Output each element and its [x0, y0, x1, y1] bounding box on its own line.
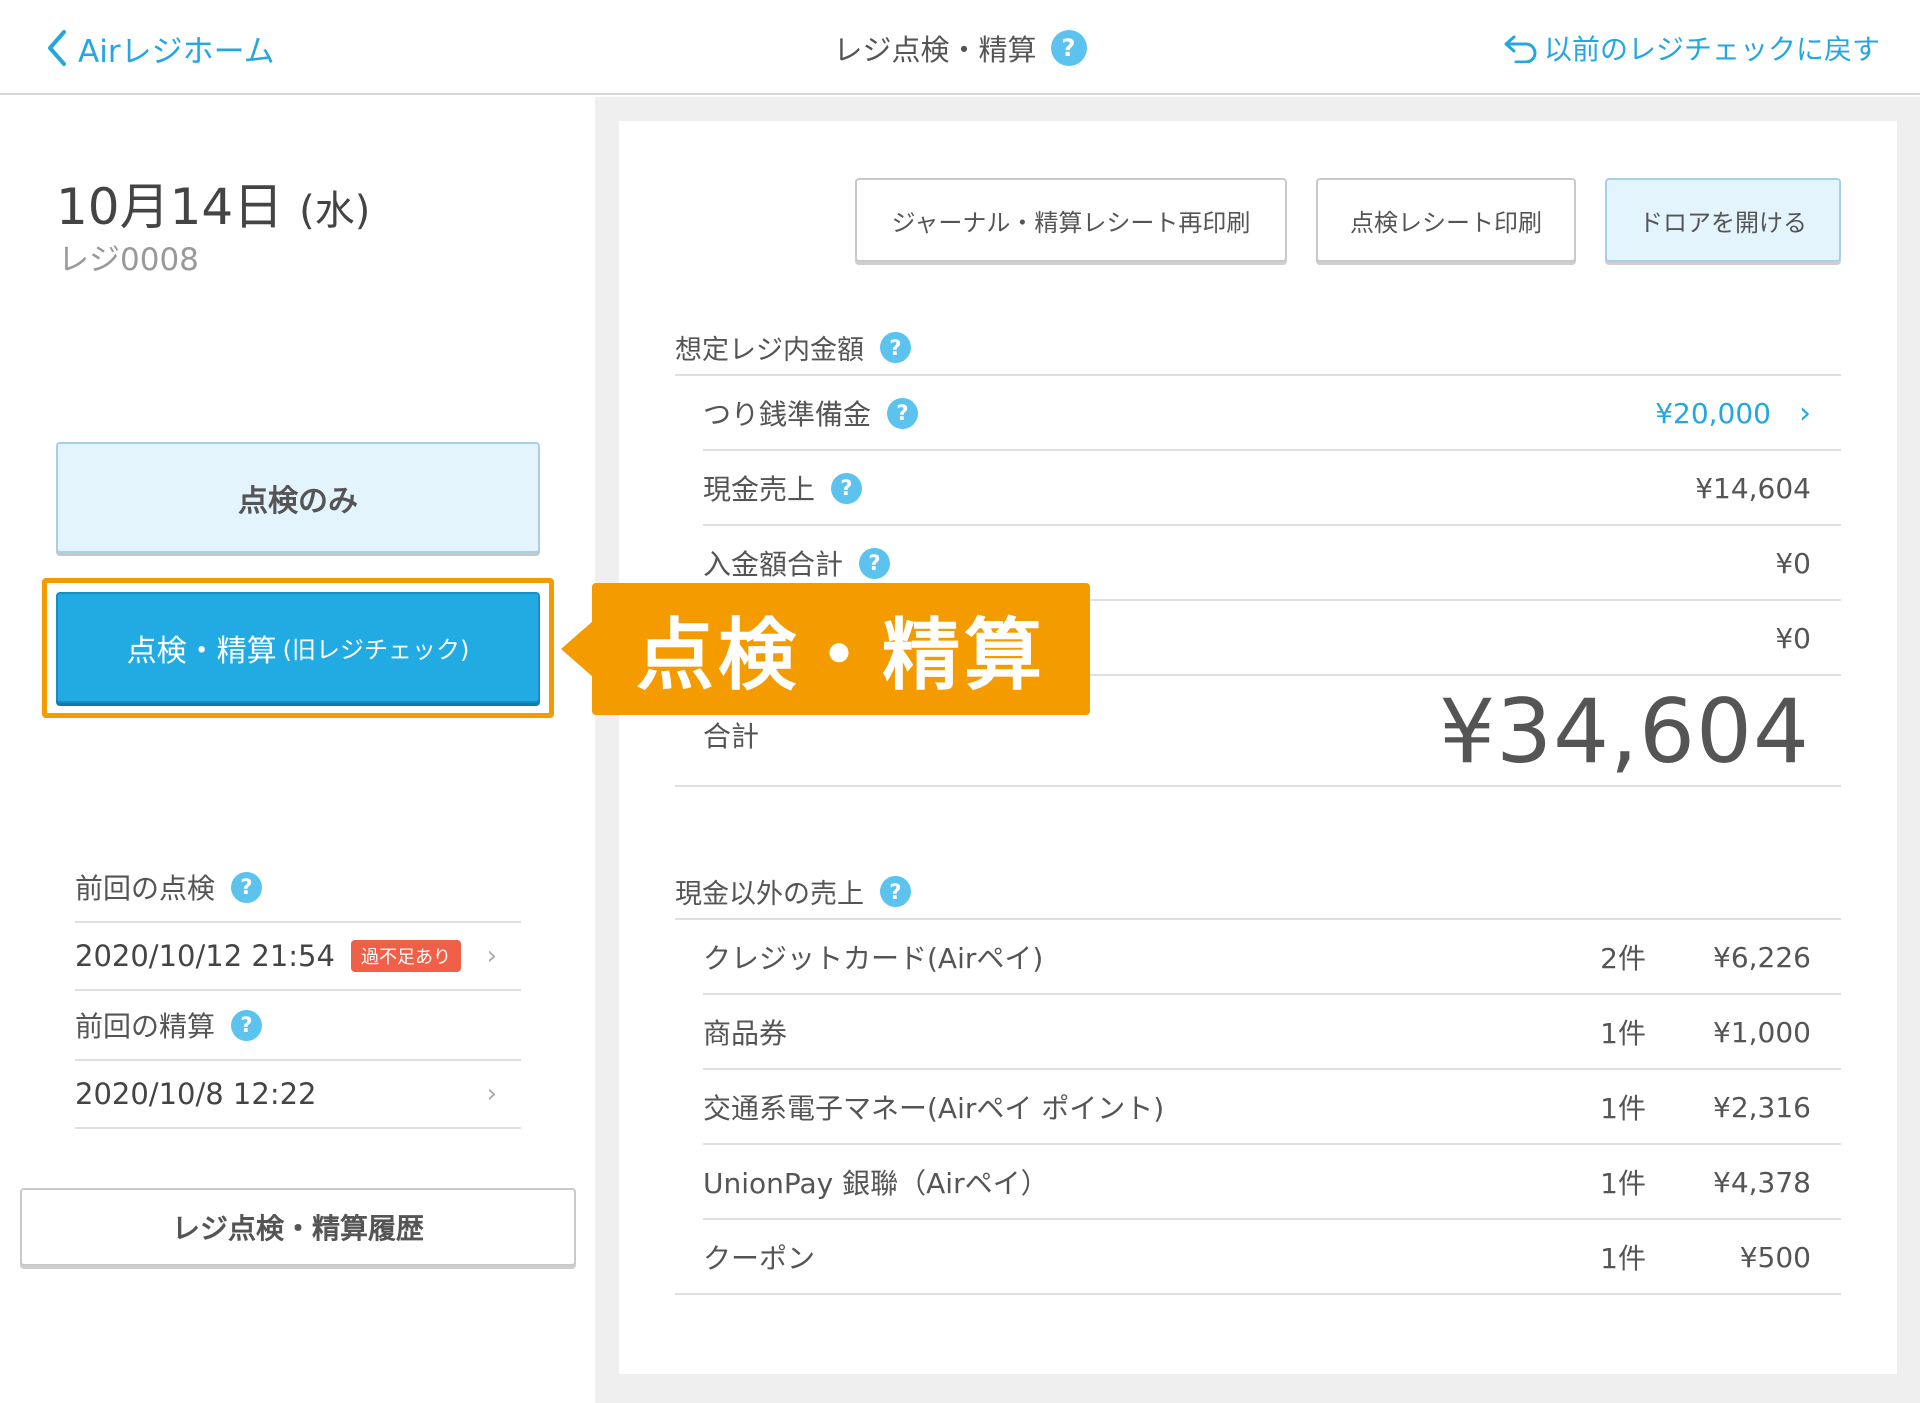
- check-only-button[interactable]: 点検のみ: [56, 442, 540, 553]
- page-title-text: レジ点検・精算: [833, 33, 1037, 67]
- noncash-label: クレジットカード(Airペイ): [703, 942, 1044, 975]
- noncash-row: クレジットカード(Airペイ) 2件 ¥6,226: [703, 920, 1811, 994]
- header-bar: Airレジホーム レジ点検・精算 ? 以前のレジチェックに戻す: [0, 0, 1920, 95]
- noncash-amount: ¥6,226: [1713, 940, 1811, 974]
- left-panel: 10月14日 (水) レジ0008 点検のみ 点検・精算 (旧レジチェック) 前…: [0, 97, 595, 1403]
- previous-settle-datetime: 2020/10/8 12:22: [75, 1077, 317, 1111]
- total-amount: ¥34,604: [1439, 680, 1810, 783]
- help-icon[interactable]: ?: [831, 472, 863, 504]
- previous-check-heading: 前回の点検 ?: [75, 867, 263, 907]
- help-icon[interactable]: ?: [859, 547, 891, 579]
- noncash-count: 1件: [1600, 1017, 1646, 1050]
- cash-sales-label: 現金売上: [703, 473, 816, 506]
- noncash-row: 交通系電子マネー(Airペイ ポイント) 1件 ¥2,316: [703, 1070, 1811, 1144]
- open-drawer-button[interactable]: ドロアを開ける: [1605, 178, 1841, 262]
- noncash-sales-heading: 現金以外の売上 ?: [675, 872, 911, 911]
- noncash-row: UnionPay 銀聯（Airペイ） 1件 ¥4,378: [703, 1145, 1811, 1219]
- noncash-label: 交通系電子マネー(Airペイ ポイント): [703, 1092, 1165, 1125]
- restore-label: 以前のレジチェックに戻す: [1543, 33, 1880, 66]
- restore-old-register-check-link[interactable]: 以前のレジチェックに戻す: [1502, 24, 1880, 72]
- noncash-amount: ¥4,378: [1713, 1165, 1811, 1199]
- cash-sales-row: 現金売上 ? ¥14,604: [703, 451, 1811, 525]
- divider: [675, 1293, 1841, 1295]
- callout-pointer: [561, 621, 593, 677]
- chevron-right-icon: ›: [486, 941, 497, 971]
- help-icon[interactable]: ?: [887, 397, 919, 429]
- discrepancy-badge: 過不足あり: [350, 940, 461, 972]
- expected-cash-title: 想定レジ内金額: [675, 335, 864, 366]
- date-weekday: (水): [299, 188, 371, 234]
- noncash-row: 商品券 1件 ¥1,000: [703, 995, 1811, 1069]
- help-icon[interactable]: ?: [1050, 30, 1087, 66]
- deposit-total-label: 入金額合計: [703, 548, 844, 581]
- help-icon[interactable]: ?: [880, 332, 911, 363]
- noncash-label: クーポン: [703, 1242, 816, 1275]
- reprint-journal-button[interactable]: ジャーナル・精算レシート再印刷: [855, 178, 1287, 262]
- noncash-amount: ¥2,316: [1713, 1090, 1811, 1124]
- withdrawal-total-amount: ¥0: [1775, 621, 1811, 655]
- noncash-label: 商品券: [703, 1017, 788, 1050]
- noncash-count: 1件: [1600, 1092, 1646, 1125]
- print-check-receipt-button[interactable]: 点検レシート印刷: [1316, 178, 1576, 262]
- change-fund-amount: ¥20,000: [1655, 396, 1771, 430]
- previous-check-row[interactable]: 2020/10/12 21:54 過不足あり ›: [75, 921, 521, 991]
- help-icon[interactable]: ?: [231, 871, 263, 903]
- undo-arrow-icon: [1504, 35, 1537, 63]
- settle-label: 点検・精算: [126, 633, 277, 669]
- noncash-row: クーポン 1件 ¥500: [703, 1220, 1811, 1294]
- previous-settle-label: 前回の精算: [75, 1010, 216, 1043]
- expected-cash-heading: 想定レジ内金額 ?: [675, 328, 911, 367]
- total-label: 合計: [703, 720, 760, 753]
- chevron-right-icon: ›: [1799, 395, 1811, 431]
- noncash-count: 2件: [1600, 942, 1646, 975]
- noncash-amount: ¥1,000: [1713, 1015, 1811, 1049]
- change-fund-label: つり銭準備金: [703, 398, 872, 431]
- change-fund-row[interactable]: つり銭準備金 ? ¥20,000 ›: [703, 376, 1811, 450]
- previous-check-datetime: 2020/10/12 21:54: [75, 939, 335, 973]
- noncash-sales-title: 現金以外の売上: [675, 879, 864, 910]
- business-date: 10月14日 (水): [56, 167, 370, 239]
- date-main: 10月14日: [56, 178, 284, 236]
- noncash-amount: ¥500: [1739, 1240, 1811, 1274]
- noncash-label: UnionPay 銀聯（Airペイ）: [703, 1167, 1049, 1200]
- help-icon[interactable]: ?: [880, 876, 911, 907]
- previous-settle-heading: 前回の精算 ?: [75, 1005, 263, 1045]
- cash-sales-amount: ¥14,604: [1695, 471, 1811, 505]
- callout-label: 点検・精算: [592, 583, 1090, 715]
- settle-sub-label: (旧レジチェック): [282, 636, 470, 664]
- register-name: レジ0008: [58, 242, 199, 278]
- chevron-right-icon: ›: [486, 1079, 497, 1109]
- previous-settle-row[interactable]: 2020/10/8 12:22 ›: [75, 1059, 521, 1129]
- help-icon[interactable]: ?: [231, 1009, 263, 1041]
- previous-check-label: 前回の点検: [75, 872, 216, 905]
- history-button[interactable]: レジ点検・精算履歴: [20, 1188, 576, 1266]
- divider: [675, 785, 1841, 787]
- noncash-count: 1件: [1600, 1242, 1646, 1275]
- check-and-settle-button[interactable]: 点検・精算 (旧レジチェック): [56, 592, 540, 703]
- noncash-count: 1件: [1600, 1167, 1646, 1200]
- deposit-total-amount: ¥0: [1775, 546, 1811, 580]
